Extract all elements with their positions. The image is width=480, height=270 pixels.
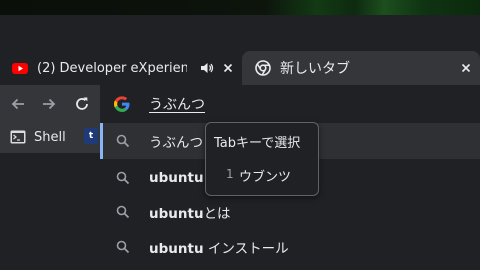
youtube-icon	[12, 63, 28, 74]
tab-new-tab[interactable]: 新しいタブ	[242, 51, 480, 85]
tab-youtube[interactable]: (2) Developer eXperience	[0, 51, 242, 85]
tab-title: (2) Developer eXperience	[37, 60, 187, 76]
search-icon	[116, 240, 130, 254]
search-icon	[116, 134, 130, 148]
search-icon	[116, 205, 130, 219]
bookmark-shell[interactable]: Shell	[10, 129, 66, 145]
search-icon	[116, 171, 130, 185]
bookmark-label: Shell	[34, 129, 66, 145]
suggestion-rest: とは	[203, 206, 231, 222]
back-arrow-icon[interactable]	[9, 95, 27, 113]
tab-title: 新しいタブ	[280, 61, 350, 77]
omnibox[interactable]: うぶんつ	[100, 85, 480, 123]
window-titlebar[interactable]	[0, 15, 480, 51]
speaker-icon[interactable]	[200, 61, 214, 75]
google-icon	[114, 96, 130, 112]
suggestion-text: ubuntu	[149, 170, 204, 186]
tab-strip: (2) Developer eXperience 新しいタブ	[0, 51, 480, 85]
suggestion-match: ubuntu	[149, 170, 204, 186]
suggestion-match: ubuntu	[149, 206, 204, 222]
close-icon[interactable]	[458, 60, 474, 76]
close-icon[interactable]	[220, 60, 236, 76]
terminal-icon	[10, 130, 26, 144]
suggestion-text: ubuntu インストール	[149, 237, 289, 257]
suggestion-rest: インストール	[203, 241, 289, 257]
suggestion-match: ubuntu	[149, 241, 204, 257]
suggestion-text: うぶんつ	[149, 135, 203, 151]
ime-candidate[interactable]: ウブンツ	[239, 166, 291, 185]
suggestion-row[interactable]: ubuntuとは	[100, 194, 480, 230]
chrome-icon	[255, 60, 271, 76]
suggestion-text: ubuntuとは	[149, 202, 231, 222]
page-background	[0, 153, 100, 270]
suggestion-row[interactable]: ubuntu インストール	[100, 229, 480, 265]
bookmark-label: t	[88, 131, 94, 141]
forward-arrow-icon[interactable]	[40, 95, 58, 113]
selection-indicator	[100, 123, 103, 159]
candidate-index: 1	[226, 167, 234, 181]
ime-candidate-popup: Tabキーで選択 1 ウブンツ	[205, 122, 319, 196]
desktop-wallpaper	[0, 0, 480, 15]
bookmark-partial[interactable]: t	[84, 128, 98, 144]
reload-icon[interactable]	[73, 95, 91, 113]
ime-hint: Tabキーで選択	[214, 136, 301, 151]
omnibox-input[interactable]: うぶんつ	[149, 94, 205, 114]
